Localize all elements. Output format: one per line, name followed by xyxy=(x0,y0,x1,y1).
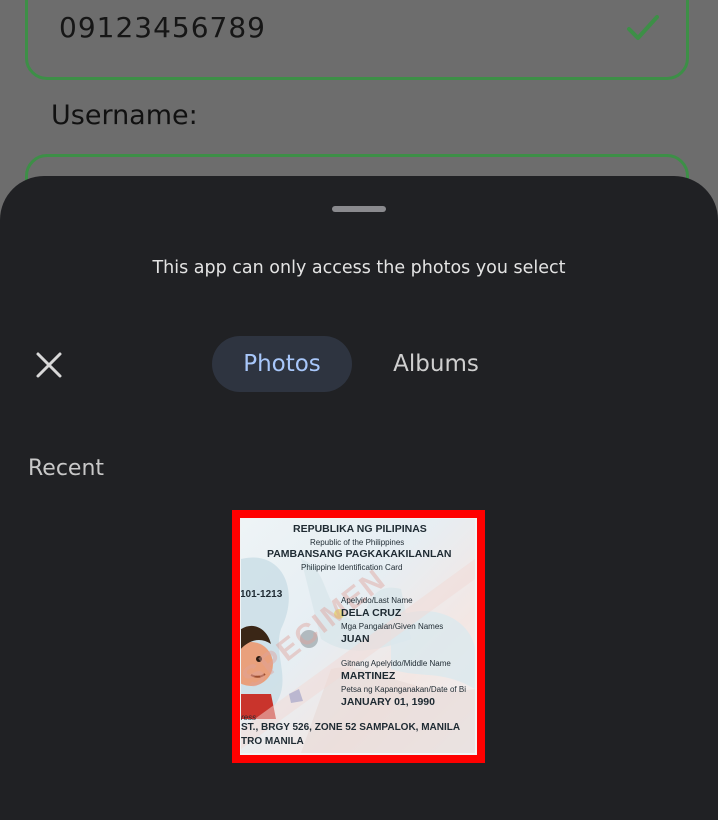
address-label: ress xyxy=(241,713,257,722)
tab-albums[interactable]: Albums xyxy=(372,336,500,392)
last-name-label: Apelyido/Last Name xyxy=(341,596,413,605)
card-number-fragment: 101-1213 xyxy=(241,589,283,600)
given-names-label: Mga Pangalan/Given Names xyxy=(341,622,444,631)
card-republic-en: Republic of the Philippines xyxy=(310,538,405,547)
close-icon xyxy=(36,352,62,378)
close-button[interactable] xyxy=(32,348,66,382)
card-republic: REPUBLIKA NG PILIPINAS xyxy=(293,523,427,535)
username-label: Username: xyxy=(51,100,198,131)
last-name-value: DELA CRUZ xyxy=(341,607,402,619)
recent-section-label: Recent xyxy=(28,456,105,481)
check-icon xyxy=(626,13,660,47)
dob-value: JANUARY 01, 1990 xyxy=(341,696,435,708)
photo-picker-sheet: This app can only access the photos you … xyxy=(0,176,718,820)
card-name: Philippine Identification Card xyxy=(301,563,403,572)
middle-name-value: MARTINEZ xyxy=(341,670,396,682)
middle-name-label: Gitnang Apelyido/Middle Name xyxy=(341,659,451,668)
address-line-2: TRO MANILA xyxy=(241,736,304,747)
card-agency: PAMBANSANG PAGKAKAKILANLAN xyxy=(267,548,452,560)
id-card-image: SPECIMEN REPUBLIKA NG PILIPINAS Republic… xyxy=(241,519,475,753)
given-names-value: JUAN xyxy=(341,633,370,645)
phone-number-value: 09123456789 xyxy=(59,11,266,44)
dob-label: Petsa ng Kapanganakan/Date of Bi xyxy=(341,685,466,694)
phone-number-field[interactable]: 09123456789 xyxy=(25,0,689,80)
tab-photos[interactable]: Photos xyxy=(212,336,352,392)
access-notice: This app can only access the photos you … xyxy=(152,258,566,278)
photo-thumbnail-selected[interactable]: SPECIMEN REPUBLIKA NG PILIPINAS Republic… xyxy=(232,510,485,763)
address-line-1: ST., BRGY 526, ZONE 52 SAMPALOK, MANILA xyxy=(241,722,461,733)
drag-handle[interactable] xyxy=(332,206,386,212)
